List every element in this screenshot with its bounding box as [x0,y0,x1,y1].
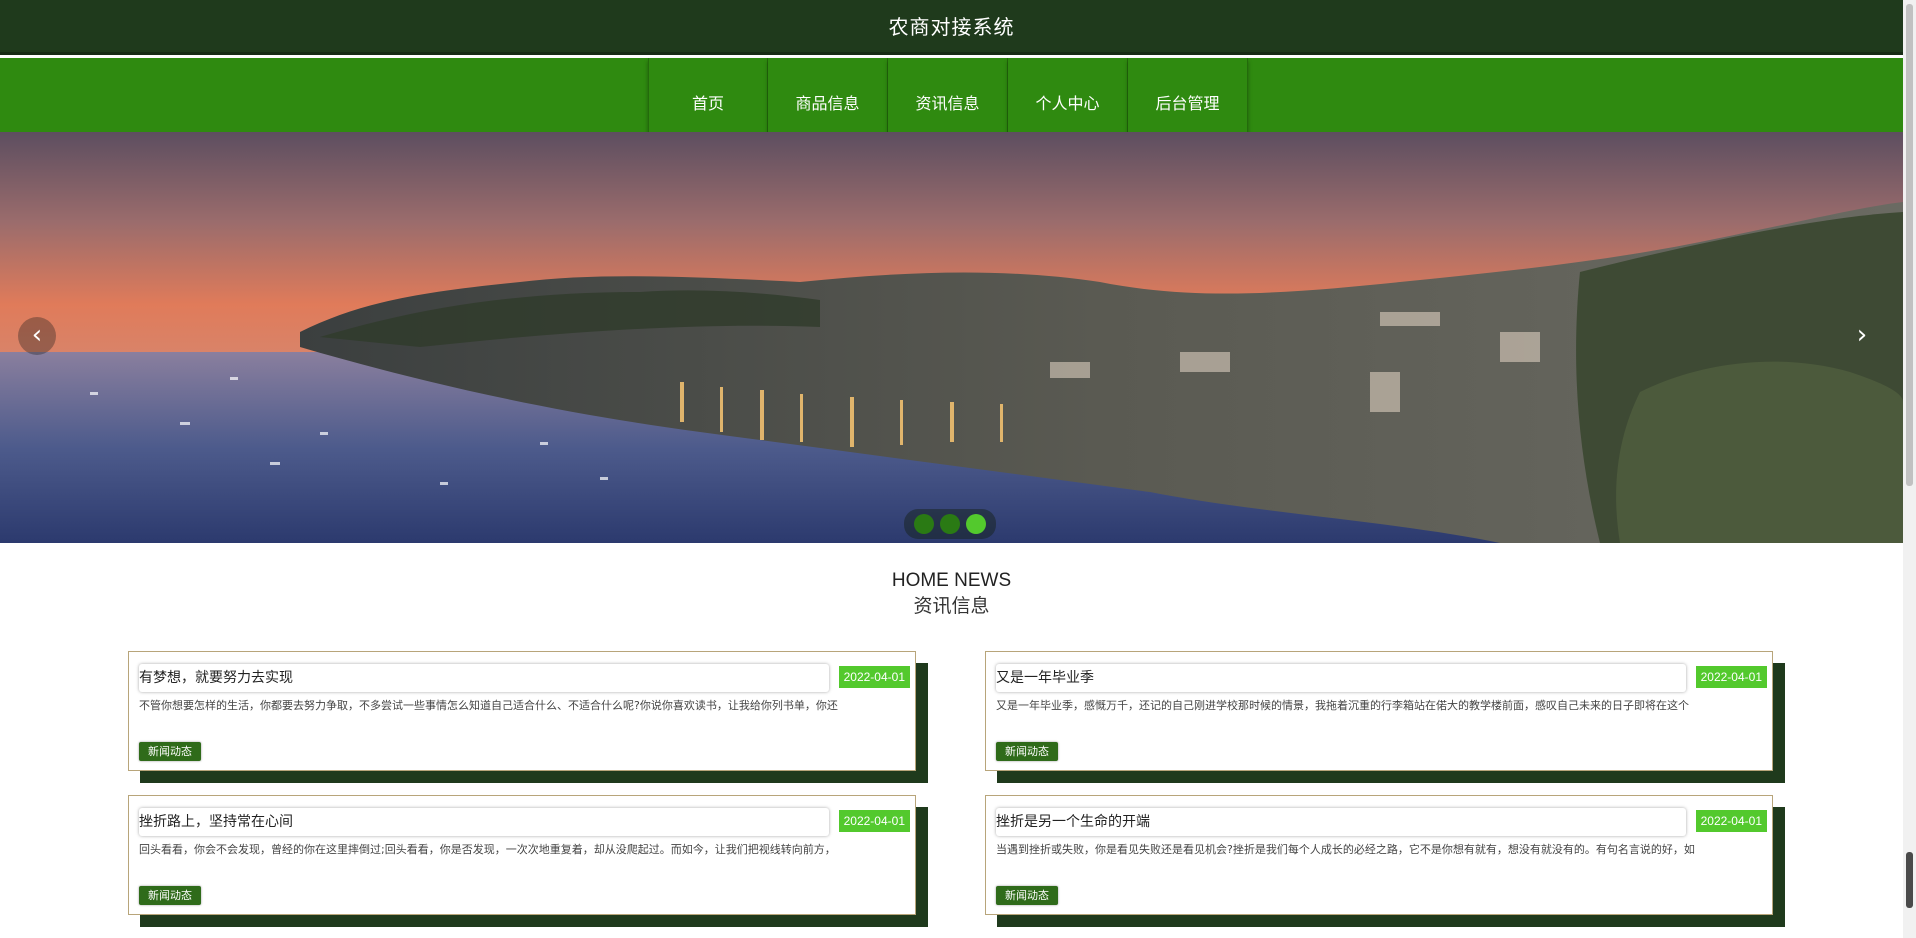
news-section-title-cn: 资讯信息 [913,595,990,617]
nav-menu: 首页 商品信息 资讯信息 个人中心 后台管理 [648,58,1248,136]
news-card-body[interactable]: 挫折是另一个生命的开端 2022-04-01 当遇到挫折或失败，你是看见失败还是… [985,795,1773,915]
news-title[interactable]: 挫折路上，坚持常在心间 [139,808,829,836]
news-section-title-en: HOME NEWS [891,570,1012,591]
news-card-body[interactable]: 挫折路上，坚持常在心间 2022-04-01 回头看看，你会不会发现，曾经的你在… [128,795,916,915]
news-excerpt: 不管你想要怎样的生活，你都要去努力争取，不多尝试一些事情怎么知道自己适合什么、不… [139,699,838,712]
chevron-right-icon: › [1856,320,1868,350]
news-title[interactable]: 有梦想，就要努力去实现 [139,664,829,692]
nav-item-home[interactable]: 首页 [648,58,768,136]
carousel-slide-image[interactable] [0,132,1903,543]
harbor-sunset-image [0,132,1903,543]
news-title[interactable]: 挫折是另一个生命的开端 [996,808,1686,836]
news-category-tag[interactable]: 新闻动态 [996,886,1058,905]
news-card-body[interactable]: 有梦想，就要努力去实现 2022-04-01 不管你想要怎样的生活，你都要去努力… [128,651,916,771]
carousel-dot-3[interactable] [966,514,986,534]
news-card: 又是一年毕业季 2022-04-01 又是一年毕业季，感慨万千，还记的自己刚进学… [985,651,1785,783]
scrollbar-thumb-secondary[interactable] [1906,852,1913,908]
nav-item-profile[interactable]: 个人中心 [1008,58,1128,136]
chevron-left-icon: ‹ [31,320,43,350]
site-header: 农商对接系统 [0,0,1903,55]
page-scrollbar[interactable] [1903,0,1916,938]
news-category-tag[interactable]: 新闻动态 [139,886,201,905]
news-date-badge: 2022-04-01 [838,810,910,832]
news-section-heading: HOME NEWS 资讯信息 [0,569,1903,619]
scrollbar-thumb[interactable] [1906,4,1913,486]
news-date-badge: 2022-04-01 [838,666,910,688]
carousel-prev-button[interactable]: ‹ [18,317,56,355]
news-card: 挫折路上，坚持常在心间 2022-04-01 回头看看，你会不会发现，曾经的你在… [128,795,928,927]
carousel-dot-1[interactable] [914,514,934,534]
news-card: 有梦想，就要努力去实现 2022-04-01 不管你想要怎样的生活，你都要去努力… [128,651,928,783]
main-nav: 首页 商品信息 资讯信息 个人中心 后台管理 [0,58,1903,136]
news-category-tag[interactable]: 新闻动态 [139,742,201,761]
news-excerpt: 又是一年毕业季，感慨万千，还记的自己刚进学校那时候的情景，我拖着沉重的行李箱站在… [996,699,1689,712]
nav-item-admin[interactable]: 后台管理 [1128,58,1248,136]
news-date-badge: 2022-04-01 [1695,810,1767,832]
page: 农商对接系统 首页 商品信息 资讯信息 个人中心 后台管理 ‹ › HOME N… [0,0,1916,938]
nav-item-products[interactable]: 商品信息 [768,58,888,136]
site-title: 农商对接系统 [888,15,1015,39]
carousel-next-button[interactable]: › [1843,317,1881,355]
news-excerpt: 当遇到挫折或失败，你是看见失败还是看见机会?挫折是我们每个人成长的必经之路，它不… [996,843,1695,856]
news-date-badge: 2022-04-01 [1695,666,1767,688]
news-category-tag[interactable]: 新闻动态 [996,742,1058,761]
carousel-dot-2[interactable] [940,514,960,534]
carousel-indicators [904,509,996,539]
news-title[interactable]: 又是一年毕业季 [996,664,1686,692]
news-card-body[interactable]: 又是一年毕业季 2022-04-01 又是一年毕业季，感慨万千，还记的自己刚进学… [985,651,1773,771]
news-card: 挫折是另一个生命的开端 2022-04-01 当遇到挫折或失败，你是看见失败还是… [985,795,1785,927]
news-excerpt: 回头看看，你会不会发现，曾经的你在这里摔倒过;回头看看，你是否发现，一次次地重复… [139,843,836,856]
nav-item-news[interactable]: 资讯信息 [888,58,1008,136]
